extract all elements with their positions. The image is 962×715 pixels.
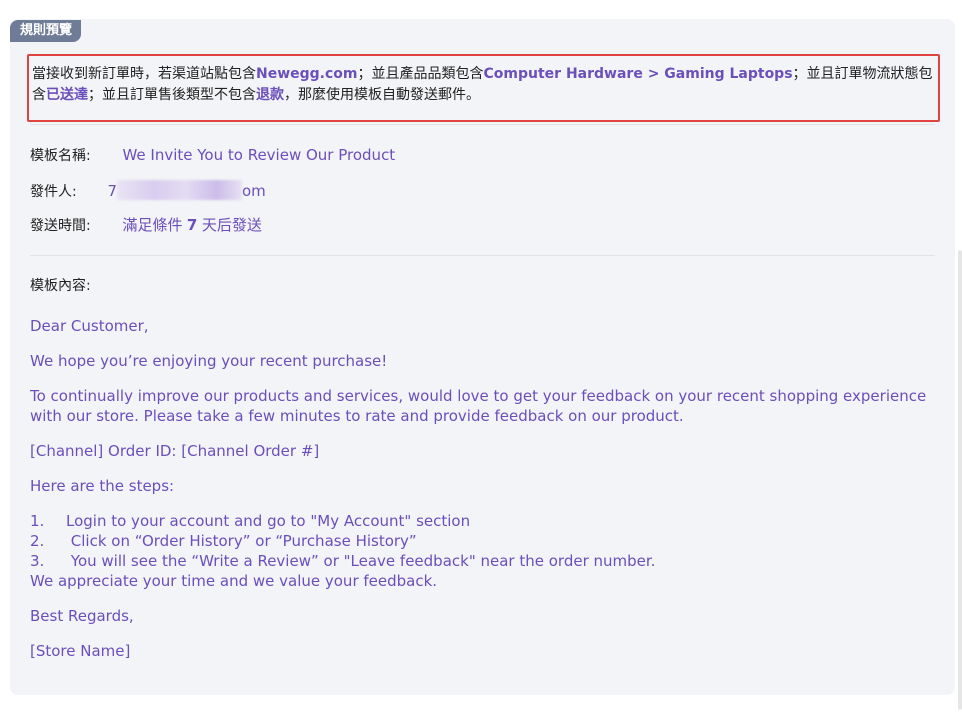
email-steps-intro: Here are the steps: (30, 477, 175, 495)
sender-suffix: om (242, 182, 266, 200)
scrollbar[interactable] (958, 250, 962, 710)
rule-channel: Newegg.com (256, 66, 358, 82)
email-line: To continually improve our products and … (30, 387, 927, 405)
redacted-email-blur (117, 180, 242, 200)
email-line: with our store. Please take a few minute… (30, 407, 684, 425)
step-text: You will see the “Write a Review” or "Le… (66, 552, 656, 570)
rule-text: ，那麼使用模板自動發送郵件。 (284, 87, 480, 103)
rule-aftersale-type: 退款 (256, 87, 284, 103)
email-step: 1. Login to your account and go to "My Ac… (30, 511, 470, 531)
email-step: 2. Click on “Order History” or “Purchase… (30, 531, 417, 551)
rule-text: ；並且產品品類包含 (357, 66, 484, 82)
template-content-label: 模板內容: (30, 278, 91, 294)
rule-summary: 當接收到新訂單時，若渠道站點包含Newegg.com；並且產品品類包含Compu… (27, 54, 940, 122)
email-line: We hope you’re enjoying your recent purc… (30, 352, 388, 370)
template-name-row: 模板名稱: We Invite You to Review Our Produc… (30, 145, 395, 166)
email-order-line: [Channel] Order ID: [Channel Order #] (30, 442, 320, 460)
divider (30, 124, 935, 125)
sender-prefix: 7 (107, 182, 117, 200)
sender-row: 發件人: 7 om (30, 180, 266, 202)
rule-text: 當接收到新訂單時，若渠道站點包含 (32, 66, 256, 82)
send-time-text: 滿足條件 (122, 216, 183, 234)
template-name-value: We Invite You to Review Our Product (122, 146, 396, 164)
sender-label: 發件人: (30, 184, 77, 200)
step-text: Login to your account and go to "My Acco… (66, 512, 471, 530)
email-regards: Best Regards, (30, 607, 134, 625)
rule-category: Computer Hardware > Gaming Laptops (483, 66, 793, 82)
step-number: 2. (30, 532, 45, 550)
step-number: 1. (30, 512, 45, 530)
send-time-text: 天后發送 (201, 216, 262, 234)
email-step: 3. You will see the “Write a Review” or … (30, 551, 655, 571)
rule-preview-tab: 規則預覽 (10, 20, 82, 42)
step-number: 3. (30, 552, 45, 570)
divider (30, 255, 935, 256)
send-time-days: 7 (186, 216, 198, 234)
email-store-name: [Store Name] (30, 642, 131, 660)
email-greeting: Dear Customer, (30, 317, 149, 335)
rule-text: ；並且訂單售後類型不包含 (88, 87, 256, 103)
send-time-row: 發送時間: 滿足條件 7 天后發送 (30, 215, 262, 236)
step-text: Click on “Order History” or “Purchase Hi… (66, 532, 417, 550)
template-name-label: 模板名稱: (30, 148, 91, 164)
send-time-label: 發送時間: (30, 218, 91, 234)
email-line: We appreciate your time and we value you… (30, 572, 438, 590)
rule-logistics-status: 已送達 (46, 87, 88, 103)
